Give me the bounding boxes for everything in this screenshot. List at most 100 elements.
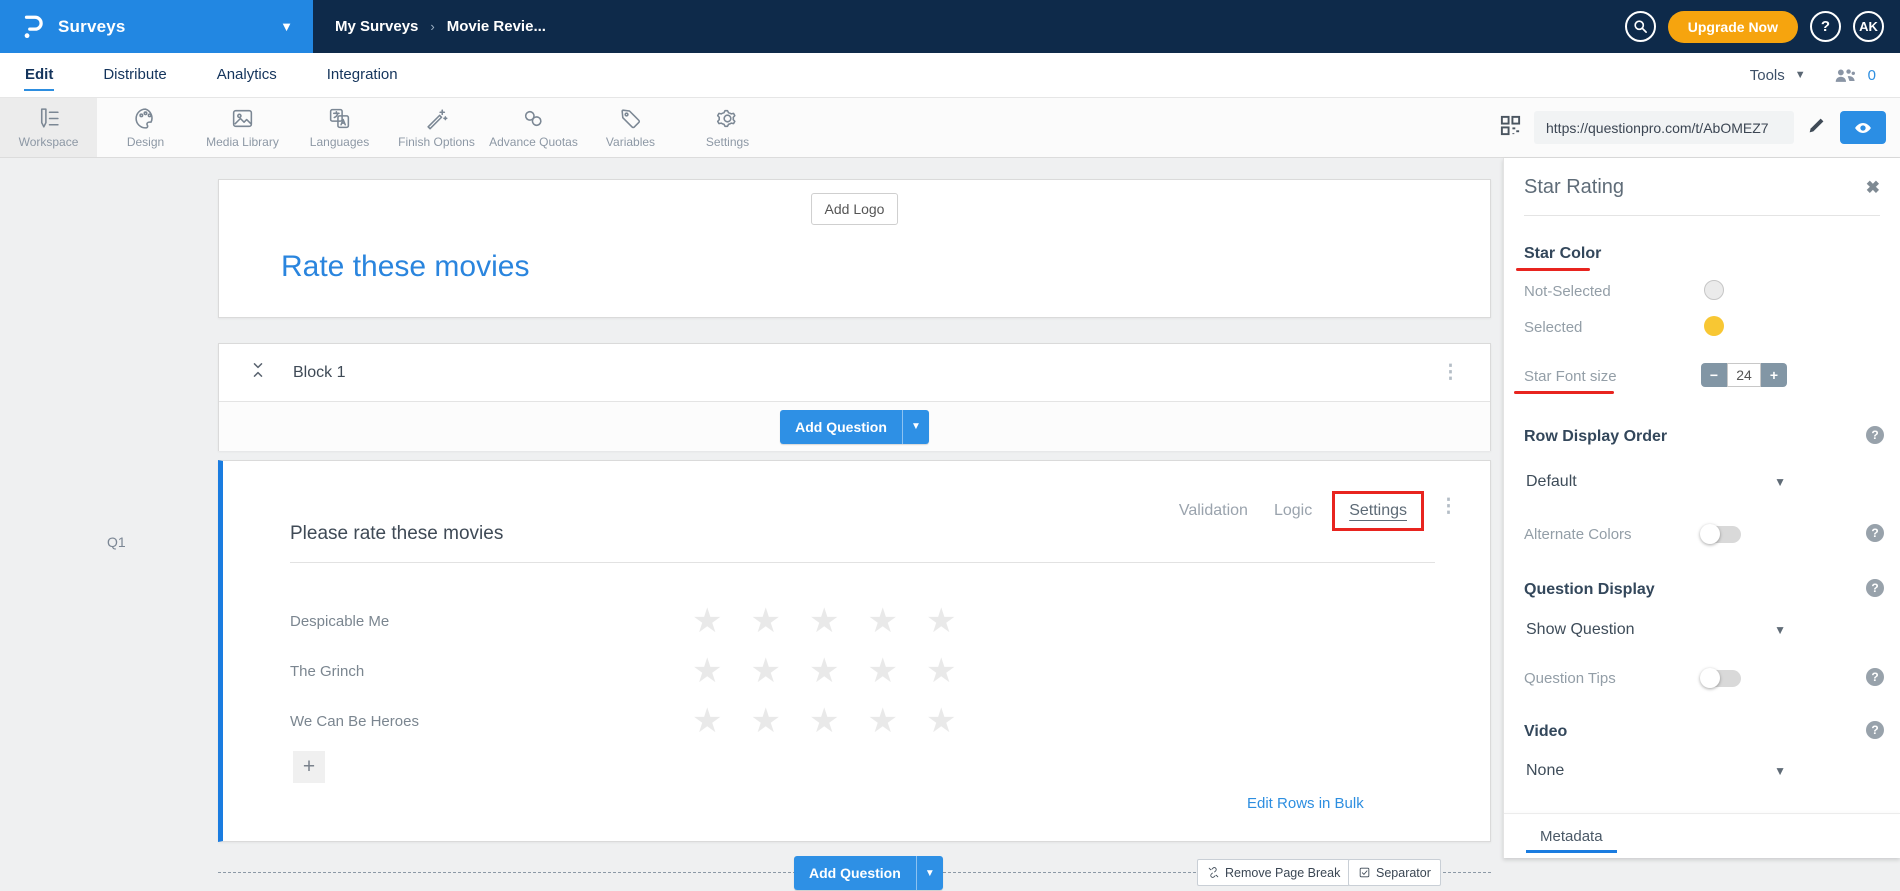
help-icon[interactable]: ? [1866, 524, 1884, 542]
help-icon[interactable]: ? [1866, 721, 1884, 739]
toolbar-languages[interactable]: Languages [291, 98, 388, 157]
eye-icon [1853, 118, 1873, 138]
block-card: Block 1 ⋮ Add Question ▼ [218, 343, 1491, 451]
toolbar-media-library[interactable]: Media Library [194, 98, 291, 157]
row-label[interactable]: The Grinch [290, 663, 690, 680]
edit-url-button[interactable] [1806, 114, 1828, 141]
question-tab-logic[interactable]: Logic [1274, 502, 1312, 520]
palette-icon [133, 106, 158, 131]
tab-integration[interactable]: Integration [326, 62, 399, 89]
toolbar-finish-options[interactable]: Finish Options [388, 98, 485, 157]
rating-row: Despicable Me ★ ★ ★ ★ ★ [290, 601, 956, 641]
chevron-down-icon[interactable]: ▼ [280, 19, 293, 34]
tools-menu[interactable]: Tools [1750, 67, 1785, 84]
star-icon[interactable]: ★ [809, 604, 839, 638]
qr-code-button[interactable] [1499, 114, 1522, 142]
search-button[interactable] [1625, 11, 1656, 42]
help-icon[interactable]: ? [1866, 579, 1884, 597]
tab-analytics[interactable]: Analytics [216, 62, 278, 89]
selected-color-swatch[interactable] [1704, 316, 1724, 336]
avatar[interactable]: AK [1853, 11, 1884, 42]
increase-font-size-button[interactable]: + [1761, 363, 1787, 387]
breadcrumb-my-surveys[interactable]: My Surveys [335, 18, 418, 35]
star-icon[interactable]: ★ [809, 704, 839, 738]
star-icon[interactable]: ★ [867, 654, 897, 688]
collaborators-icon[interactable] [1834, 67, 1858, 83]
breadcrumb: My Surveys › Movie Revie... [335, 18, 546, 35]
add-question-dropdown[interactable]: ▼ [902, 410, 929, 444]
toolbar-settings[interactable]: Settings [679, 98, 776, 157]
question-menu-kebab-icon[interactable]: ⋮ [1439, 495, 1458, 518]
product-switcher[interactable]: Surveys ▼ [0, 0, 313, 53]
breadcrumb-survey-name[interactable]: Movie Revie... [447, 18, 546, 35]
selected-label: Selected [1524, 319, 1582, 336]
question-tips-label: Question Tips [1524, 670, 1616, 687]
chevron-down-icon[interactable]: ▼ [1795, 69, 1806, 81]
question-tips-toggle[interactable] [1701, 670, 1741, 687]
star-icon[interactable]: ★ [867, 604, 897, 638]
alternate-colors-toggle[interactable] [1701, 526, 1741, 543]
star-icon[interactable]: ★ [926, 704, 956, 738]
question-tab-settings[interactable]: Settings [1349, 502, 1407, 519]
star-icon[interactable]: ★ [750, 604, 780, 638]
tab-edit[interactable]: Edit [24, 62, 54, 89]
question-text[interactable]: Please rate these movies [290, 523, 503, 545]
preview-button[interactable] [1840, 111, 1886, 144]
star-icon[interactable]: ★ [692, 654, 722, 688]
not-selected-color-swatch[interactable] [1704, 280, 1724, 300]
help-button[interactable]: ? [1810, 11, 1841, 42]
question-card: Validation Logic Settings ⋮ Please rate … [218, 460, 1491, 842]
add-question-button-bottom[interactable]: Add Question ▼ [794, 856, 943, 890]
add-question-dropdown[interactable]: ▼ [916, 856, 943, 890]
toolbar-design[interactable]: Design [97, 98, 194, 157]
star-icon[interactable]: ★ [809, 654, 839, 688]
question-divider [290, 562, 1435, 563]
star-icon[interactable]: ★ [750, 704, 780, 738]
survey-url-field[interactable]: https://questionpro.com/t/AbOMEZ7 [1534, 111, 1794, 144]
add-question-button[interactable]: Add Question ▼ [780, 410, 929, 444]
link-icon [521, 106, 546, 131]
survey-title[interactable]: Rate these movies [281, 250, 529, 284]
help-icon[interactable]: ? [1866, 426, 1884, 444]
video-select[interactable]: None ▼ [1526, 762, 1786, 780]
star-icon[interactable]: ★ [926, 654, 956, 688]
row-label[interactable]: We Can Be Heroes [290, 713, 690, 730]
star-icon[interactable]: ★ [867, 704, 897, 738]
tab-metadata[interactable]: Metadata [1540, 828, 1603, 853]
block-name[interactable]: Block 1 [293, 364, 345, 382]
upgrade-now-button[interactable]: Upgrade Now [1668, 11, 1798, 43]
collaborator-count[interactable]: 0 [1868, 67, 1876, 84]
qr-code-icon [1499, 114, 1522, 137]
add-row-button[interactable]: + [293, 751, 325, 783]
remove-page-break-button[interactable]: Remove Page Break [1197, 859, 1350, 886]
workspace-icon [36, 106, 61, 131]
font-size-value[interactable]: 24 [1727, 363, 1761, 387]
help-icon[interactable]: ? [1866, 668, 1884, 686]
close-panel-icon[interactable]: ✖ [1866, 178, 1880, 198]
product-name: Surveys [58, 17, 126, 37]
add-logo-button[interactable]: Add Logo [811, 193, 899, 225]
image-icon [230, 106, 255, 131]
question-display-select[interactable]: Show Question ▼ [1526, 621, 1786, 639]
decrease-font-size-button[interactable]: − [1701, 363, 1727, 387]
block-menu-kebab-icon[interactable]: ⋮ [1441, 361, 1460, 384]
question-tab-validation[interactable]: Validation [1179, 502, 1248, 520]
row-display-order-select[interactable]: Default ▼ [1526, 473, 1786, 491]
separator-button[interactable]: Separator [1348, 859, 1441, 886]
star-icon[interactable]: ★ [926, 604, 956, 638]
star-icon[interactable]: ★ [750, 654, 780, 688]
broken-link-icon [1207, 866, 1220, 879]
toolbar-advance-quotas[interactable]: Advance Quotas [485, 98, 582, 157]
pencil-icon [1806, 114, 1828, 136]
edit-rows-in-bulk-link[interactable]: Edit Rows in Bulk [1247, 795, 1364, 812]
question-settings-panel: Star Rating ✖ Star Color Not-Selected Se… [1503, 158, 1900, 858]
toolbar-workspace[interactable]: Workspace [0, 98, 97, 157]
toolbar-variables[interactable]: Variables [582, 98, 679, 157]
star-icon[interactable]: ★ [692, 704, 722, 738]
row-label[interactable]: Despicable Me [290, 613, 690, 630]
star-icon[interactable]: ★ [692, 604, 722, 638]
tab-distribute[interactable]: Distribute [102, 62, 167, 89]
settings-annotation-box: Settings [1332, 491, 1424, 531]
collapse-block-button[interactable] [251, 361, 265, 384]
collapse-icon [251, 361, 265, 379]
